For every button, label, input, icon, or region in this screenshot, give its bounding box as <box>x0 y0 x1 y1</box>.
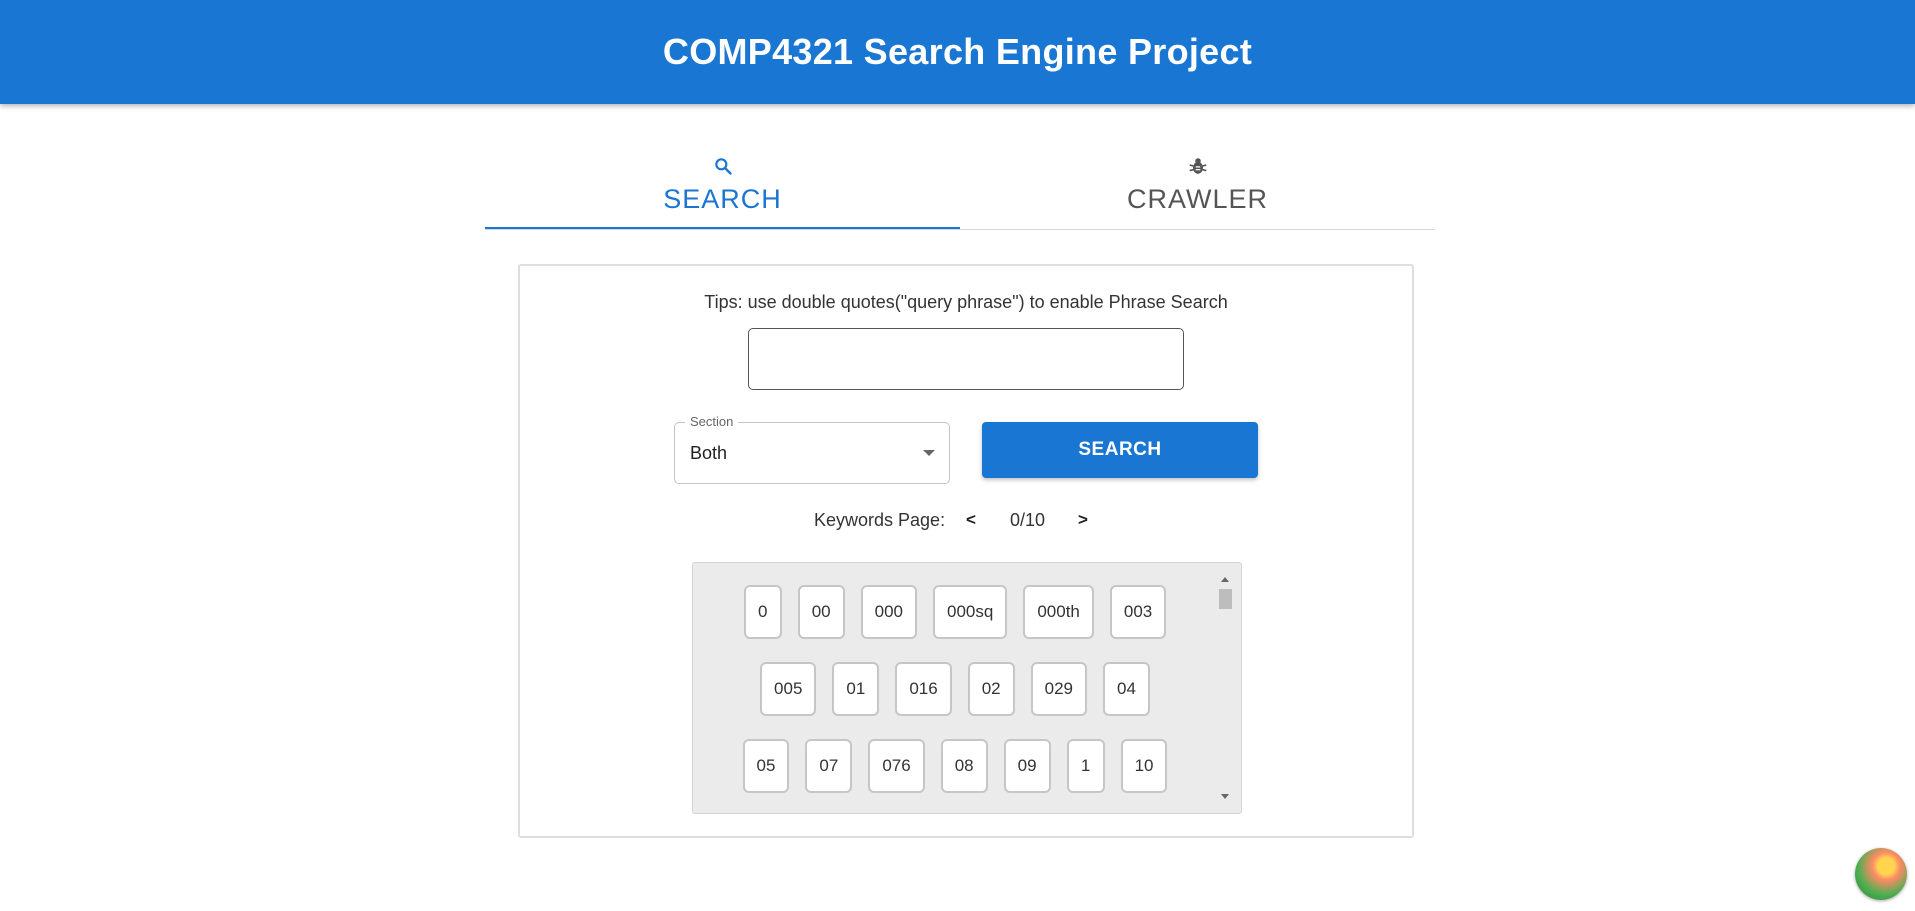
keyword-chip[interactable]: 02 <box>967 662 1015 716</box>
keyword-row: 0 00 000 000sq 000th 003 <box>693 585 1217 639</box>
bug-icon <box>1186 154 1210 178</box>
keywords-next-button[interactable]: > <box>1078 510 1088 530</box>
chevron-down-icon <box>923 450 935 456</box>
keywords-pager: Keywords Page: < 0/10 > <box>520 506 1412 536</box>
keyword-chip[interactable]: 000th <box>1023 585 1094 639</box>
section-label: Section <box>685 414 739 429</box>
keywords-prev-button[interactable]: < <box>966 510 976 530</box>
keyword-rows: 0 00 000 000sq 000th 003 005 01 016 02 0… <box>693 585 1217 813</box>
app-title: COMP4321 Search Engine Project <box>662 31 1253 72</box>
keyword-chip[interactable]: 04 <box>1103 662 1150 716</box>
keyword-chip[interactable]: 00 <box>797 585 845 639</box>
keyword-chip[interactable]: 05 <box>742 739 790 793</box>
keyword-chip[interactable]: 076 <box>868 739 925 793</box>
search-input[interactable] <box>748 328 1184 390</box>
keyword-chip[interactable]: 08 <box>940 739 988 793</box>
app-bar: COMP4321 Search Engine Project <box>0 0 1915 104</box>
keywords-page-indicator: 0/10 <box>1010 510 1046 530</box>
keyword-chip[interactable]: 000sq <box>933 585 1008 639</box>
tab-bar: Search Crawler <box>485 148 1435 230</box>
tab-search[interactable]: Search <box>485 148 960 229</box>
keyword-chip[interactable]: 005 <box>760 662 817 716</box>
tab-crawler[interactable]: Crawler <box>960 148 1435 229</box>
keyword-chip[interactable]: 01 <box>832 662 880 716</box>
tab-crawler-label: Crawler <box>1126 184 1268 214</box>
tab-search-label: Search <box>663 184 782 214</box>
scroll-down-icon[interactable] <box>1221 794 1229 799</box>
search-button[interactable]: Search <box>982 422 1258 478</box>
keyword-chip[interactable]: 1 <box>1066 739 1105 793</box>
keyword-chip[interactable]: 0 <box>743 585 782 639</box>
search-panel: Tips: use double quotes("query phrase") … <box>518 264 1414 838</box>
scroll-thumb[interactable] <box>1219 589 1232 609</box>
keyword-chip[interactable]: 003 <box>1109 585 1167 639</box>
keyword-chip[interactable]: 029 <box>1030 662 1088 716</box>
search-icon <box>711 154 735 178</box>
keyword-chip[interactable]: 10 <box>1120 739 1168 793</box>
keyword-row: 05 07 076 08 09 1 10 <box>693 739 1217 793</box>
keywords-list[interactable]: 0 00 000 000sq 000th 003 005 01 016 02 0… <box>692 562 1242 814</box>
keyword-chip[interactable]: 09 <box>1003 739 1051 793</box>
keyword-chip[interactable]: 016 <box>895 662 952 716</box>
keyword-chip[interactable]: 000 <box>860 585 918 639</box>
section-select[interactable]: Section Both <box>674 414 950 484</box>
floating-app-icon[interactable] <box>1855 848 1907 900</box>
keyword-chip[interactable]: 07 <box>805 739 853 793</box>
search-tips: Tips: use double quotes("query phrase") … <box>704 292 1228 312</box>
keywords-page-label: Keywords Page: <box>814 510 946 530</box>
keywords-scrollbar[interactable] <box>1217 573 1233 805</box>
section-value: Both <box>690 443 728 463</box>
scroll-up-icon[interactable] <box>1221 577 1229 582</box>
keyword-row: 005 01 016 02 029 04 <box>693 662 1217 716</box>
